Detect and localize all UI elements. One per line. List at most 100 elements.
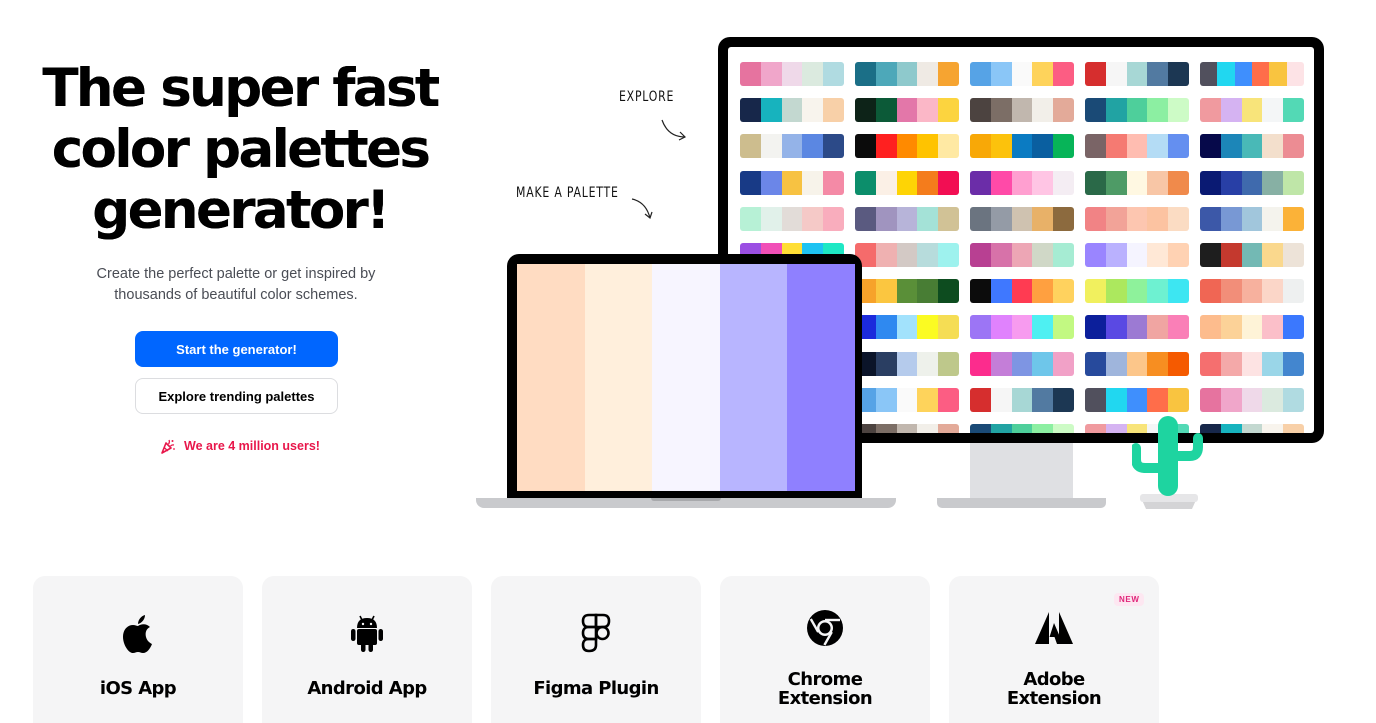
palette-thumbnail[interactable] bbox=[970, 98, 1074, 123]
palette-thumbnail[interactable] bbox=[1200, 134, 1304, 159]
palette-swatch bbox=[875, 206, 897, 231]
palette-thumbnail[interactable] bbox=[855, 351, 959, 376]
palette-swatch bbox=[970, 279, 991, 304]
palette-thumbnail[interactable] bbox=[1200, 98, 1304, 123]
palette-thumbnail[interactable] bbox=[970, 423, 1074, 433]
palette-swatch bbox=[875, 242, 897, 267]
palette-thumbnail[interactable] bbox=[855, 242, 959, 267]
palette-thumbnail[interactable] bbox=[740, 170, 844, 195]
palette-thumbnail[interactable] bbox=[1085, 170, 1189, 195]
palette-thumbnail[interactable] bbox=[855, 279, 959, 304]
palette-thumbnail[interactable] bbox=[1200, 206, 1304, 231]
palette-thumbnail[interactable] bbox=[970, 279, 1074, 304]
palette-swatch bbox=[1200, 134, 1221, 159]
palette-thumbnail[interactable] bbox=[740, 98, 844, 123]
palette-row bbox=[740, 53, 1314, 89]
palette-thumbnail[interactable] bbox=[1085, 98, 1189, 123]
start-generator-button[interactable]: Start the generator! bbox=[135, 331, 338, 367]
palette-swatch bbox=[1011, 206, 1033, 231]
palette-swatch bbox=[1200, 387, 1221, 412]
palette-thumbnail[interactable] bbox=[970, 62, 1074, 86]
palette-thumbnail[interactable] bbox=[1085, 387, 1189, 412]
palette-swatch bbox=[970, 206, 991, 231]
ios-app-card[interactable]: iOS App bbox=[33, 576, 243, 723]
palette-thumbnail[interactable] bbox=[970, 170, 1074, 195]
palette-thumbnail[interactable] bbox=[1085, 62, 1189, 86]
adobe-extension-card[interactable]: NEW Adobe Extension bbox=[949, 576, 1159, 723]
palette-thumbnail[interactable] bbox=[855, 315, 959, 340]
palette-swatch bbox=[1200, 279, 1221, 304]
palette-swatch bbox=[760, 134, 782, 159]
palette-swatch bbox=[1032, 242, 1054, 267]
palette-thumbnail[interactable] bbox=[970, 134, 1074, 159]
palette-thumbnail[interactable] bbox=[1200, 387, 1304, 412]
home-page: The super fast color palettes generator!… bbox=[0, 0, 1376, 723]
palette-thumbnail[interactable] bbox=[1200, 423, 1304, 433]
android-app-card[interactable]: Android App bbox=[262, 576, 472, 723]
palette-thumbnail[interactable] bbox=[970, 387, 1074, 412]
palette-thumbnail[interactable] bbox=[855, 98, 959, 123]
palette-swatch bbox=[1085, 387, 1106, 412]
palette-thumbnail[interactable] bbox=[740, 206, 844, 231]
palette-swatch bbox=[1085, 315, 1106, 340]
palette-swatch bbox=[1286, 62, 1304, 86]
palette-swatch bbox=[875, 98, 897, 123]
palette-swatch bbox=[1241, 170, 1263, 195]
palette-thumbnail[interactable] bbox=[1200, 170, 1304, 195]
hero-subtitle-line-2: thousands of beautiful color schemes. bbox=[114, 287, 358, 303]
palette-swatch bbox=[1241, 242, 1263, 267]
adobe-extension-label: Adobe Extension bbox=[949, 670, 1159, 708]
palette-thumbnail[interactable] bbox=[970, 242, 1074, 267]
palette-thumbnail[interactable] bbox=[1200, 351, 1304, 376]
palette-thumbnail[interactable] bbox=[1085, 134, 1189, 159]
palette-swatch bbox=[875, 134, 897, 159]
palette-thumbnail[interactable] bbox=[855, 206, 959, 231]
palette-swatch bbox=[1105, 351, 1127, 376]
palette-thumbnail[interactable] bbox=[970, 351, 1074, 376]
make-palette-hand-label: MAKE A PALETTE bbox=[516, 185, 619, 201]
monitor-stand bbox=[970, 443, 1073, 498]
chrome-extension-label-line-1: Chrome bbox=[787, 669, 863, 690]
palette-swatch bbox=[1085, 423, 1106, 433]
palette-thumbnail[interactable] bbox=[740, 134, 844, 159]
palette-thumbnail[interactable] bbox=[1085, 279, 1189, 304]
palette-thumbnail[interactable] bbox=[855, 387, 959, 412]
palette-thumbnail[interactable] bbox=[1085, 242, 1189, 267]
palette-thumbnail[interactable] bbox=[855, 170, 959, 195]
palette-thumbnail[interactable] bbox=[1200, 62, 1304, 86]
palette-thumbnail[interactable] bbox=[855, 134, 959, 159]
palette-swatch bbox=[823, 206, 844, 231]
chrome-extension-card[interactable]: Chrome Extension bbox=[720, 576, 930, 723]
palette-swatch bbox=[740, 134, 761, 159]
palette-swatch bbox=[917, 423, 939, 433]
palette-swatch bbox=[781, 206, 803, 231]
figma-plugin-card[interactable]: Figma Plugin bbox=[491, 576, 701, 723]
palette-swatch bbox=[1168, 242, 1189, 267]
palette-swatch bbox=[1105, 98, 1127, 123]
palette-thumbnail[interactable] bbox=[1200, 279, 1304, 304]
palette-thumbnail[interactable] bbox=[855, 62, 959, 86]
palette-swatch bbox=[1011, 279, 1033, 304]
figma-icon bbox=[576, 613, 616, 654]
palette-swatch bbox=[1262, 423, 1284, 433]
palette-swatch bbox=[1011, 134, 1033, 159]
palette-thumbnail[interactable] bbox=[970, 206, 1074, 231]
palette-swatch bbox=[917, 170, 939, 195]
palette-thumbnail[interactable] bbox=[970, 315, 1074, 340]
palette-swatch bbox=[1220, 279, 1242, 304]
palette-swatch bbox=[1105, 206, 1127, 231]
palette-thumbnail[interactable] bbox=[1085, 206, 1189, 231]
palette-swatch bbox=[1011, 351, 1033, 376]
adobe-extension-label-line-1: Adobe bbox=[1023, 669, 1085, 690]
palette-thumbnail[interactable] bbox=[1085, 315, 1189, 340]
explore-trending-button[interactable]: Explore trending palettes bbox=[135, 378, 338, 414]
palette-thumbnail[interactable] bbox=[1200, 242, 1304, 267]
palette-thumbnail[interactable] bbox=[1200, 315, 1304, 340]
palette-swatch bbox=[1262, 315, 1284, 340]
palette-swatch bbox=[1262, 134, 1284, 159]
palette-swatch bbox=[1032, 315, 1054, 340]
palette-thumbnail[interactable] bbox=[740, 62, 844, 86]
palette-thumbnail[interactable] bbox=[1085, 351, 1189, 376]
palette-thumbnail[interactable] bbox=[855, 423, 959, 433]
palette-swatch bbox=[802, 170, 824, 195]
